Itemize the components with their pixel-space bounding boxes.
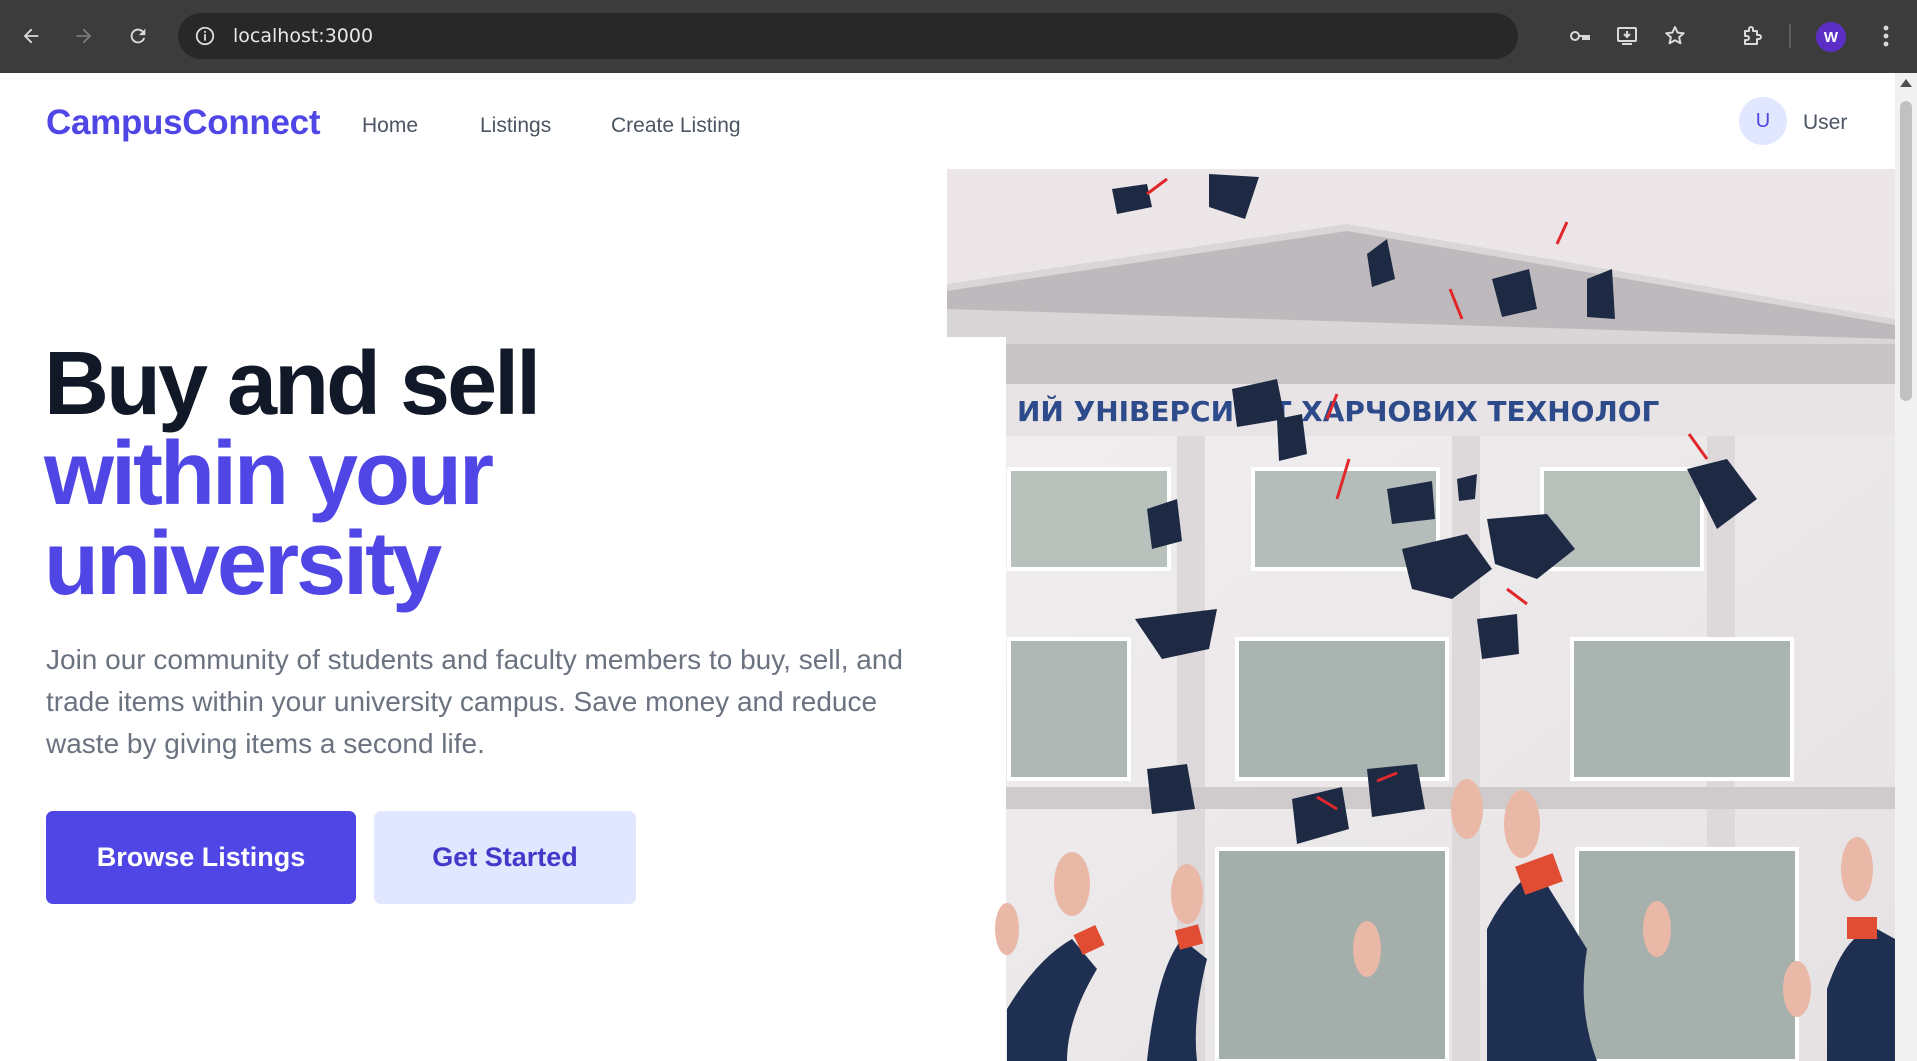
user-name[interactable]: User xyxy=(1803,111,1847,135)
brand-logo[interactable]: CampusConnect xyxy=(46,103,320,143)
user-avatar[interactable]: U xyxy=(1739,97,1787,145)
site-info-icon[interactable] xyxy=(194,25,216,47)
hero-title: Buy and sell within your university xyxy=(44,334,541,614)
extensions-icon xyxy=(1744,26,1762,45)
reload-button[interactable] xyxy=(120,18,156,54)
hero-title-line-2: within your xyxy=(44,424,494,524)
browse-listings-button[interactable]: Browse Listings xyxy=(46,811,356,904)
bookmark-star-icon xyxy=(1665,26,1685,45)
address-bar[interactable]: localhost:3000 xyxy=(178,13,1518,59)
url-text: localhost:3000 xyxy=(233,25,374,47)
page-scrollbar[interactable] xyxy=(1895,73,1917,1061)
building-inscription: ИЙ УНІВЕРСИТЕТ ХАРЧОВИХ ТЕХНОЛОГ xyxy=(1017,394,1660,428)
install-app-icon xyxy=(1617,27,1637,45)
nav-link-home[interactable]: Home xyxy=(362,114,418,138)
more-menu-icon xyxy=(1883,25,1889,47)
password-key-icon xyxy=(1570,31,1590,41)
get-started-button[interactable]: Get Started xyxy=(374,811,636,904)
install-app-button[interactable] xyxy=(1610,18,1644,54)
back-icon xyxy=(23,28,39,44)
more-menu-button[interactable] xyxy=(1872,18,1900,54)
password-manager-button[interactable] xyxy=(1562,18,1596,54)
hero-title-line-3: university xyxy=(44,514,442,614)
hero-description: Join our community of students and facul… xyxy=(46,644,904,759)
forward-icon xyxy=(76,28,92,44)
reload-icon xyxy=(130,28,146,44)
extensions-button[interactable] xyxy=(1735,18,1769,54)
profile-avatar-button[interactable]: W xyxy=(1816,22,1846,52)
browser-toolbar: localhost:3000 W xyxy=(0,0,1917,73)
nav-link-listings[interactable]: Listings xyxy=(480,114,551,138)
forward-button[interactable] xyxy=(66,18,102,54)
scrollbar-thumb[interactable] xyxy=(1900,101,1912,401)
scroll-up-arrow-icon[interactable] xyxy=(1900,79,1912,87)
page-content: CampusConnect Home Listings Create Listi… xyxy=(0,73,1895,1061)
toolbar-divider xyxy=(1789,24,1791,48)
hero-title-line-1: Buy and sell xyxy=(44,334,541,434)
back-button[interactable] xyxy=(13,18,49,54)
hero-graduation-image: ИЙ УНІВЕРСИТЕТ ХАРЧОВИХ ТЕХНОЛОГ xyxy=(947,169,1895,1061)
nav-link-create-listing[interactable]: Create Listing xyxy=(611,114,741,138)
bookmark-button[interactable] xyxy=(1658,18,1692,54)
